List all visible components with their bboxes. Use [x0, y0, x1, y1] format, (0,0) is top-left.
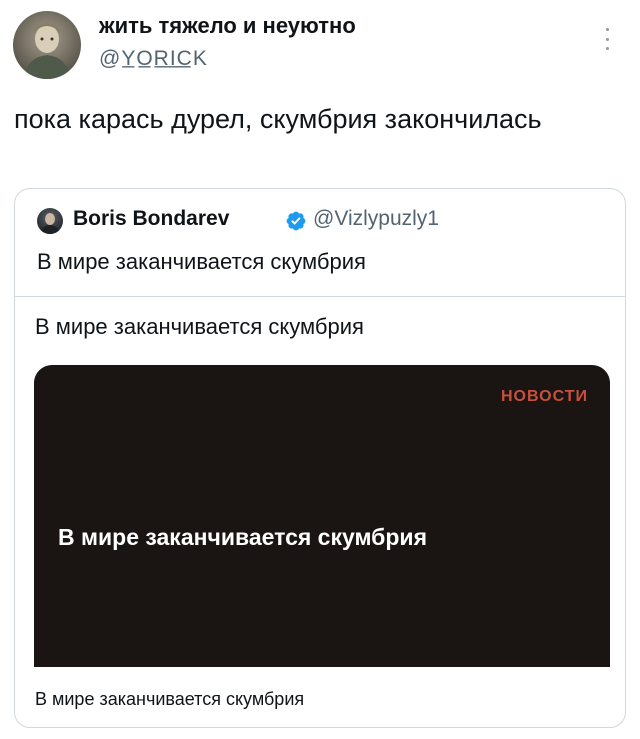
- link-preview-card[interactable]: В мире заканчивается скумбрия НОВОСТИ В …: [15, 296, 625, 727]
- quote-author-name[interactable]: Boris Bondarev: [73, 207, 229, 231]
- preview-tag: НОВОСТИ: [500, 388, 588, 405]
- tweet-text: пока карась дурел, скумбрия закончилась: [14, 104, 542, 134]
- quote-author-handle[interactable]: @Vizlypuzly1: [313, 207, 439, 231]
- more-options-icon[interactable]: [604, 28, 610, 50]
- link-preview-image[interactable]: НОВОСТИ В мире заканчивается скумбрия: [34, 365, 610, 667]
- author-name[interactable]: жить тяжело и неуютно: [99, 13, 356, 39]
- quote-avatar[interactable]: [37, 208, 63, 234]
- quote-text: В мире заканчивается скумбрия: [37, 249, 366, 274]
- verified-badge-icon: [286, 211, 306, 231]
- avatar[interactable]: [13, 11, 81, 79]
- preview-headline: В мире заканчивается скумбрия: [58, 524, 427, 550]
- quote-avatar-image: [40, 213, 60, 234]
- link-title: В мире заканчивается скумбрия: [35, 314, 364, 339]
- tweet: жить тяжело и неуютно @Y̲O̲R̲I̲C̲K пока …: [0, 0, 640, 739]
- quoted-tweet[interactable]: Boris Bondarev @Vizlypuzly1 В мире закан…: [14, 188, 626, 728]
- author-handle[interactable]: @Y̲O̲R̲I̲C̲K: [99, 47, 208, 71]
- avatar-portrait-image: [23, 23, 71, 79]
- link-caption: В мире заканчивается скумбрия: [35, 689, 305, 709]
